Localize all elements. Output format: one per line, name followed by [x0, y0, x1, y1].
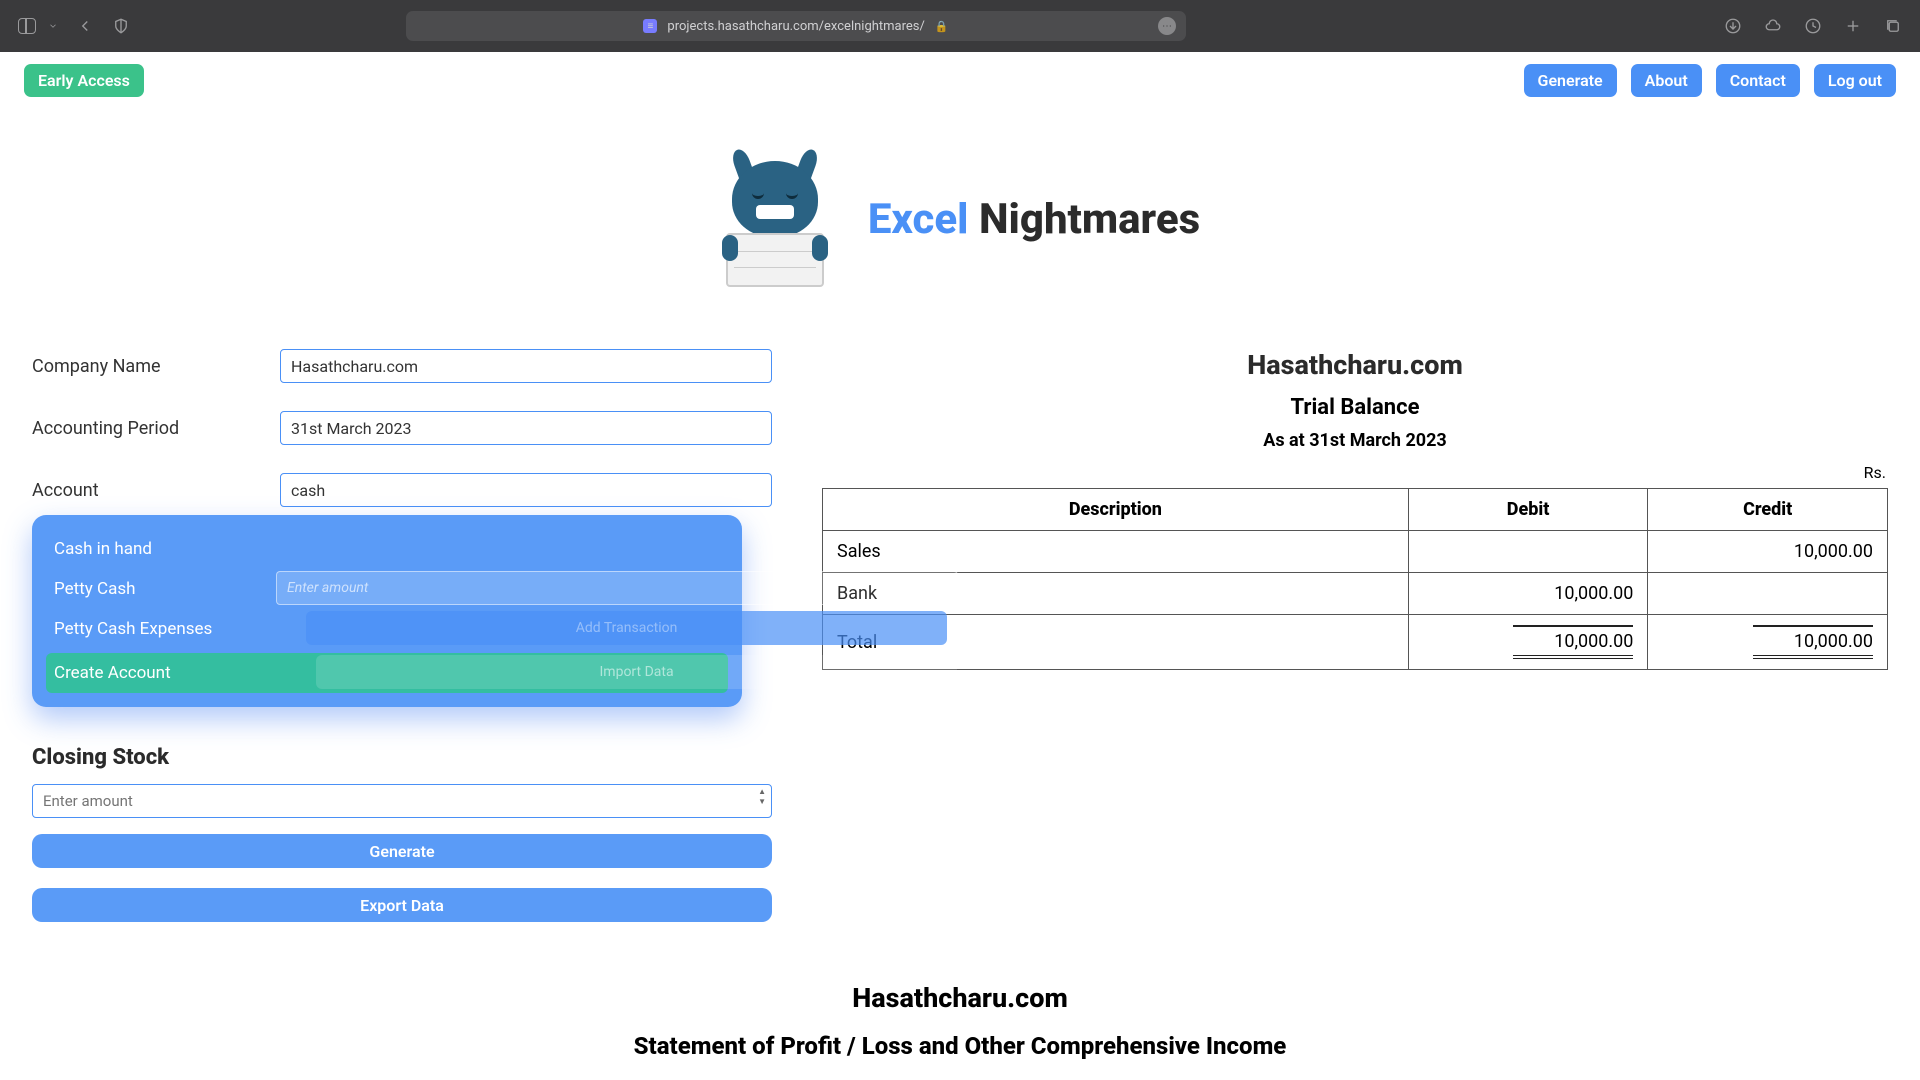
company-name-label: Company Name [32, 356, 280, 377]
accounting-period-input[interactable] [280, 411, 772, 445]
cell-debit: 10,000.00 [1408, 573, 1648, 615]
trial-balance-table: Description Debit Credit Sales 10,000.00… [822, 488, 1888, 670]
report-column: Hasathcharu.com Trial Balance As at 31st… [822, 349, 1888, 922]
chrome-left-controls [18, 17, 130, 35]
page-content: Early Access Generate About Contact Log … [0, 52, 1920, 1080]
url-bar[interactable]: ≡ projects.hasathcharu.com/excelnightmar… [406, 11, 1186, 41]
report-title: Trial Balance [822, 395, 1888, 420]
account-autocomplete-dropdown: Cash in hand Petty Cash Enter amount Pet… [32, 515, 742, 707]
th-credit: Credit [1648, 489, 1888, 531]
url-text: projects.hasathcharu.com/excelnightmares… [667, 19, 925, 34]
tabs-icon[interactable] [1884, 17, 1902, 35]
new-tab-icon[interactable] [1844, 17, 1862, 35]
cell-debit [1408, 531, 1648, 573]
th-description: Description [823, 489, 1409, 531]
report-company-name: Hasathcharu.com [822, 349, 1888, 381]
dropdown-item-petty-cash[interactable]: Petty Cash Enter amount [46, 569, 728, 609]
nav-generate[interactable]: Generate [1524, 64, 1617, 97]
early-access-badge[interactable]: Early Access [24, 64, 144, 97]
report-currency: Rs. [822, 463, 1888, 482]
chrome-right-controls [1724, 17, 1902, 35]
report-as-at: As at 31st March 2023 [822, 430, 1888, 451]
th-debit: Debit [1408, 489, 1648, 531]
account-input[interactable] [280, 473, 772, 507]
second-report-title: Statement of Profit / Loss and Other Com… [0, 1032, 1920, 1060]
generate-button[interactable]: Generate [32, 834, 772, 868]
form-column: Company Name Accounting Period Account [32, 349, 772, 922]
second-report-company: Hasathcharu.com [0, 982, 1920, 1014]
closing-stock-input[interactable] [32, 784, 772, 818]
nav-logout[interactable]: Log out [1814, 64, 1896, 97]
dropdown-create-account[interactable]: Create Account Import Data [46, 653, 728, 693]
sidebar-toggle-icon[interactable] [18, 17, 36, 35]
hero: Excel Nightmares [0, 149, 1920, 289]
cell-credit: 10,000.00 [1648, 531, 1888, 573]
browser-chrome: ≡ projects.hasathcharu.com/excelnightmar… [0, 0, 1920, 52]
topbar-nav: Generate About Contact Log out [1524, 64, 1896, 97]
hero-word-1: Excel [868, 195, 969, 244]
second-report: Hasathcharu.com Statement of Profit / Lo… [0, 982, 1920, 1060]
hero-title: Excel Nightmares [868, 195, 1200, 244]
nav-about[interactable]: About [1631, 64, 1702, 97]
cell-total-debit: 10,000.00 [1408, 615, 1648, 670]
chevron-down-icon[interactable] [48, 21, 58, 31]
cloud-icon[interactable] [1764, 17, 1782, 35]
export-data-button[interactable]: Export Data [32, 888, 772, 922]
cell-total-credit: 10,000.00 [1648, 615, 1888, 670]
downloads-icon[interactable] [1724, 17, 1742, 35]
app-topbar: Early Access Generate About Contact Log … [0, 52, 1920, 109]
table-row-total: Total 10,000.00 10,000.00 [823, 615, 1888, 670]
account-label: Account [32, 480, 280, 501]
dropdown-item-petty-cash-expenses[interactable]: Petty Cash Expenses Add Transaction [46, 609, 728, 649]
lock-icon: 🔒 [935, 20, 949, 33]
history-icon[interactable] [1804, 17, 1822, 35]
cell-credit [1648, 573, 1888, 615]
table-row: Sales 10,000.00 [823, 531, 1888, 573]
company-name-input[interactable] [280, 349, 772, 383]
number-stepper-icon[interactable]: ▲▼ [758, 788, 766, 806]
shield-icon[interactable] [112, 17, 130, 35]
table-row: Bank 10,000.00 [823, 573, 1888, 615]
closing-stock-heading: Closing Stock [32, 745, 772, 770]
nav-contact[interactable]: Contact [1716, 64, 1800, 97]
cell-total-label: Total [823, 615, 1409, 670]
accounting-period-label: Accounting Period [32, 418, 280, 439]
favicon-icon: ≡ [643, 19, 657, 33]
monster-logo-icon [720, 149, 830, 289]
reader-mode-icon[interactable]: ⋯ [1158, 17, 1176, 35]
cell-desc: Bank [823, 573, 1409, 615]
dropdown-item-cash-in-hand[interactable]: Cash in hand [46, 529, 728, 569]
hero-word-2: Nightmares [979, 195, 1200, 244]
back-icon[interactable] [76, 17, 94, 35]
cell-desc: Sales [823, 531, 1409, 573]
